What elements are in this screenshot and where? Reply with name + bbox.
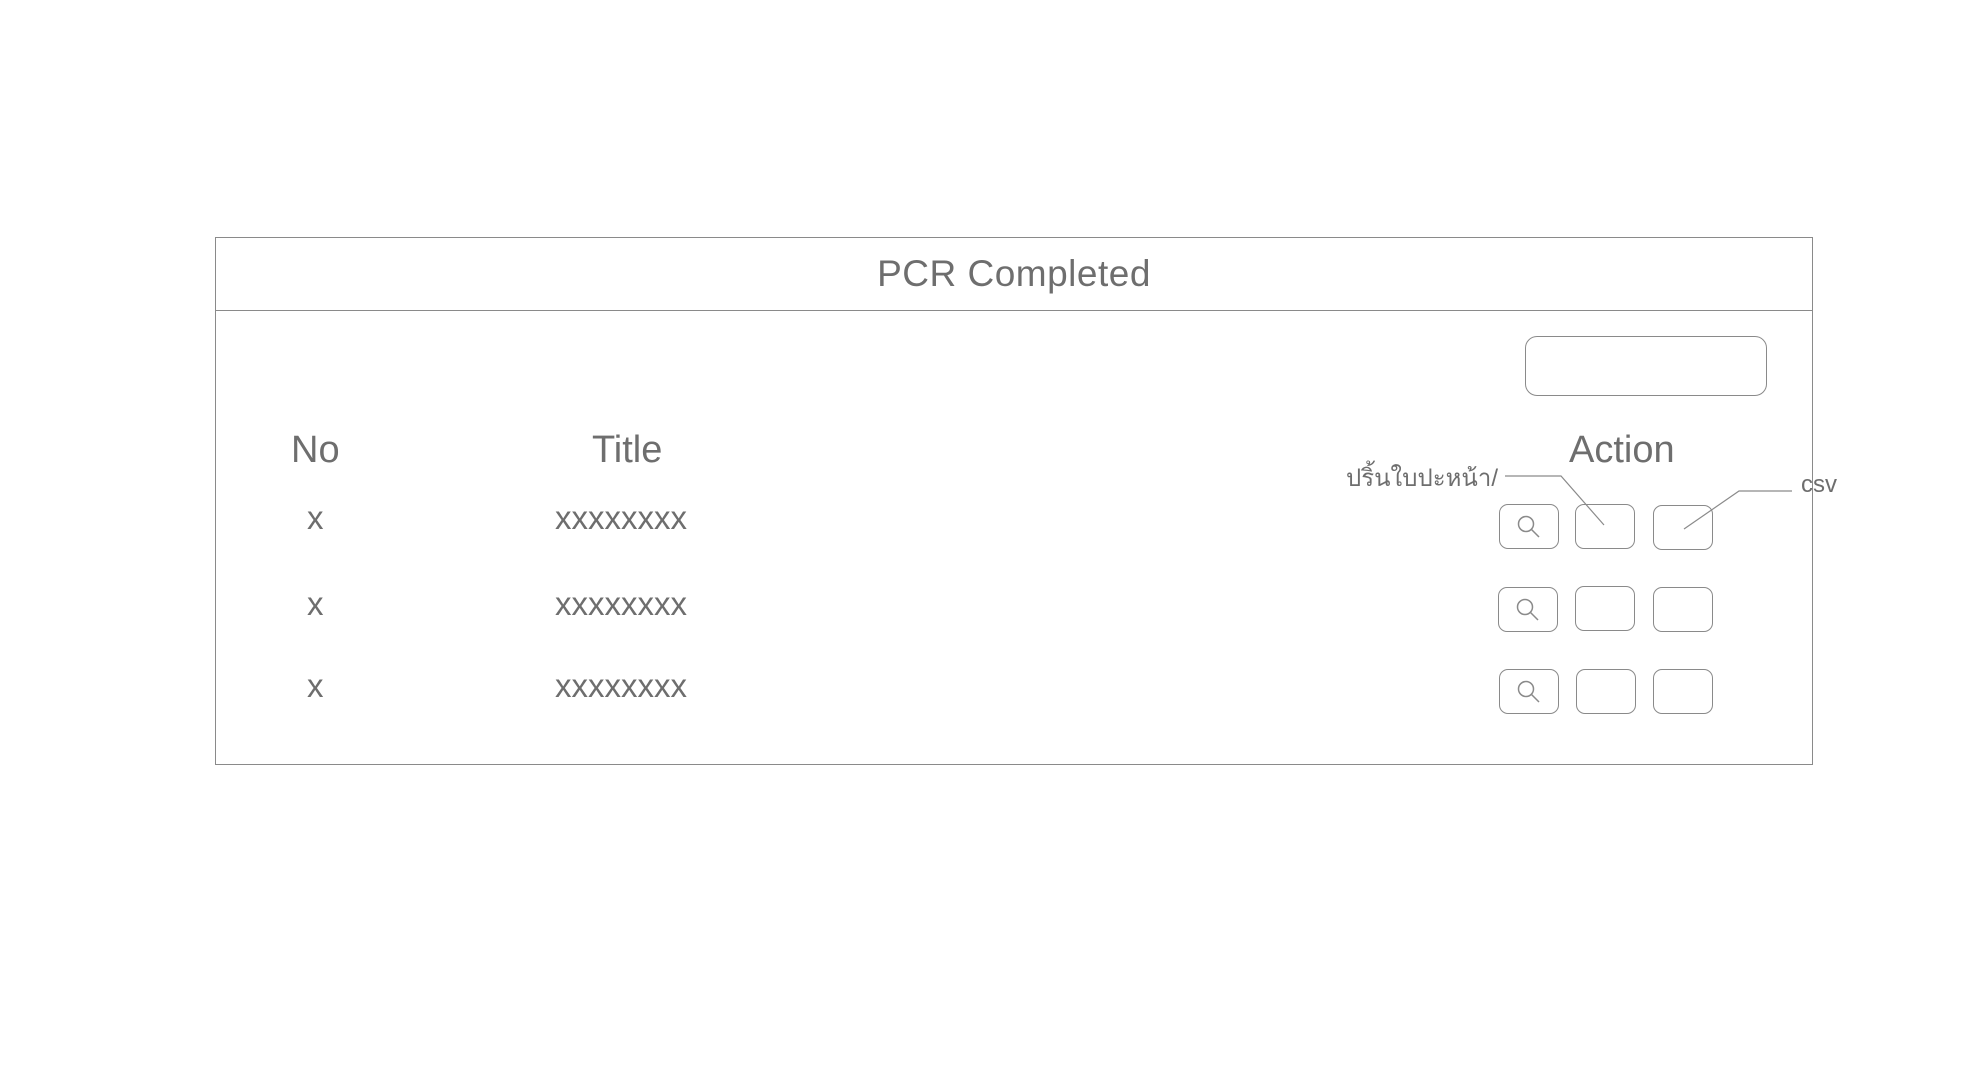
column-header-action: Action (1569, 429, 1675, 471)
panel-header: PCR Completed (216, 238, 1812, 311)
view-button[interactable] (1499, 504, 1559, 549)
search-icon (1516, 598, 1539, 621)
print-cover-annotation: ปริ้นใบปะหน้า/ (1346, 465, 1498, 492)
print-cover-button[interactable] (1575, 586, 1635, 631)
page-title: PCR Completed (877, 253, 1151, 294)
row-title: xxxxxxxx (555, 667, 687, 704)
row-no: x (307, 667, 324, 704)
csv-export-button[interactable] (1653, 669, 1713, 714)
column-header-title: Title (592, 429, 663, 471)
print-cover-button[interactable] (1576, 669, 1636, 714)
view-button[interactable] (1499, 669, 1559, 714)
column-header-no: No (291, 429, 340, 471)
view-button[interactable] (1498, 587, 1558, 632)
row-no: x (307, 499, 324, 536)
row-title: xxxxxxxx (555, 585, 687, 622)
csv-export-button[interactable] (1653, 505, 1713, 550)
row-title: xxxxxxxx (555, 499, 687, 536)
print-cover-button[interactable] (1575, 504, 1635, 549)
search-input[interactable] (1525, 336, 1767, 396)
row-no: x (307, 585, 324, 622)
pcr-completed-panel: PCR Completed (215, 237, 1813, 765)
search-icon (1517, 680, 1540, 703)
csv-export-button[interactable] (1653, 587, 1713, 632)
search-icon (1517, 515, 1540, 538)
csv-annotation: csv (1801, 471, 1837, 498)
